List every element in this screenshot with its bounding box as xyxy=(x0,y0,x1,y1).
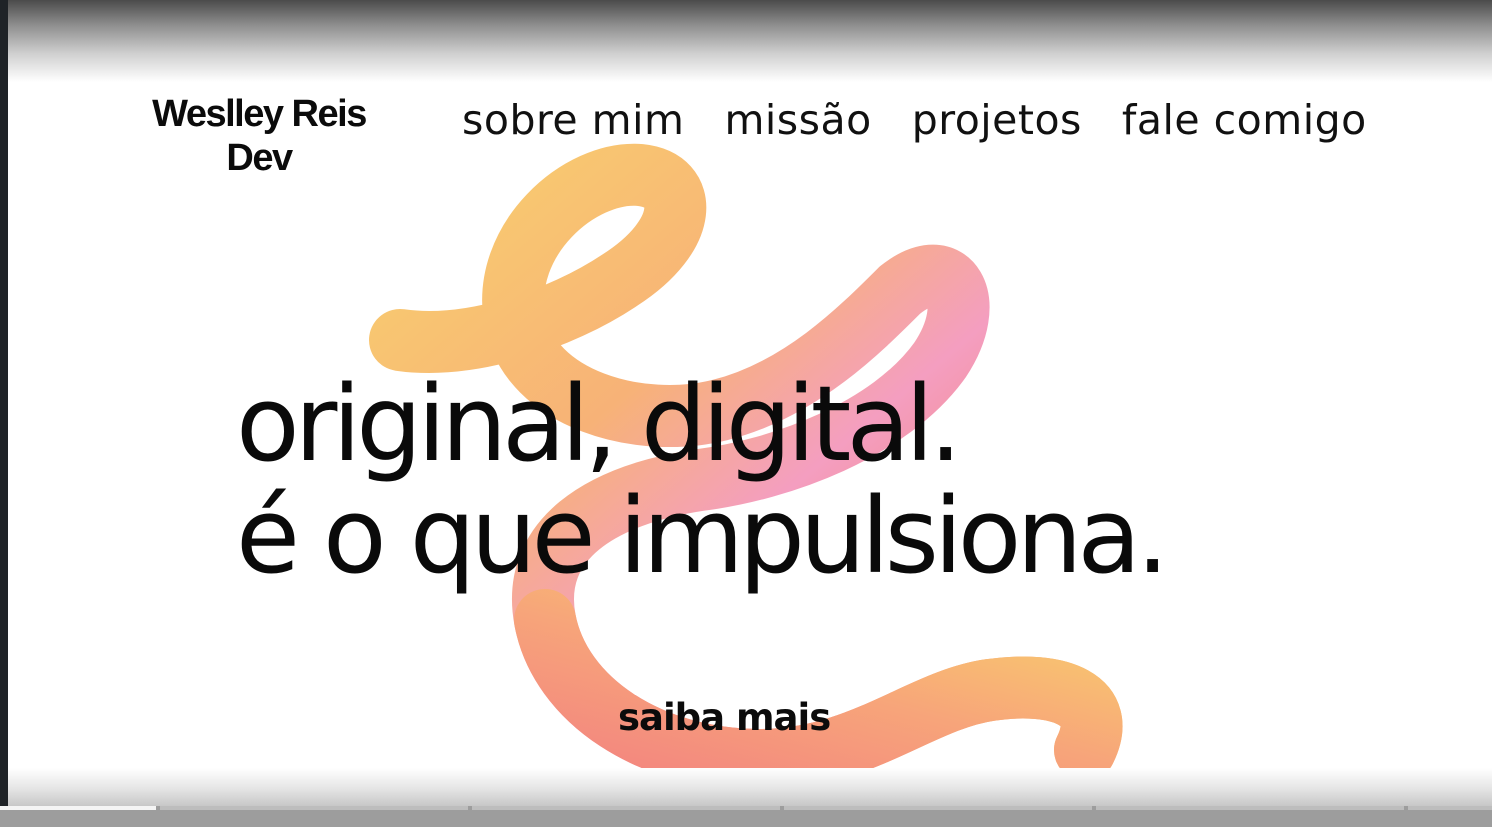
progress-segment xyxy=(160,806,468,810)
nav-item-missao[interactable]: missão xyxy=(724,96,871,144)
brand-logo[interactable]: Weslley Reis Dev xyxy=(118,92,400,180)
hero-headline: original, digital. é o que impulsiona. xyxy=(236,363,1169,597)
main-nav: sobre mim missão projetos fale comigo xyxy=(462,96,1367,144)
progress-segment xyxy=(1096,806,1404,810)
nav-item-fale-comigo[interactable]: fale comigo xyxy=(1122,96,1367,144)
nav-item-sobre-mim[interactable]: sobre mim xyxy=(462,96,684,144)
hero-headline-line-1: original, digital. xyxy=(236,363,962,485)
browser-frame: Weslley Reis Dev sobre mim missão projet… xyxy=(0,0,1492,827)
brand-name: Weslley Reis xyxy=(152,93,367,135)
saiba-mais-link[interactable]: saiba mais xyxy=(618,696,831,740)
progress-segment-active xyxy=(0,806,156,810)
progress-segment xyxy=(472,806,780,810)
brand-subtitle: Dev xyxy=(226,137,293,179)
hero-headline-line-2: é o que impulsiona. xyxy=(236,475,1169,597)
progress-segment xyxy=(784,806,1092,810)
bottom-shadow-overlay xyxy=(8,768,1492,808)
progress-segment xyxy=(1408,806,1492,810)
nav-item-projetos[interactable]: projetos xyxy=(912,96,1082,144)
